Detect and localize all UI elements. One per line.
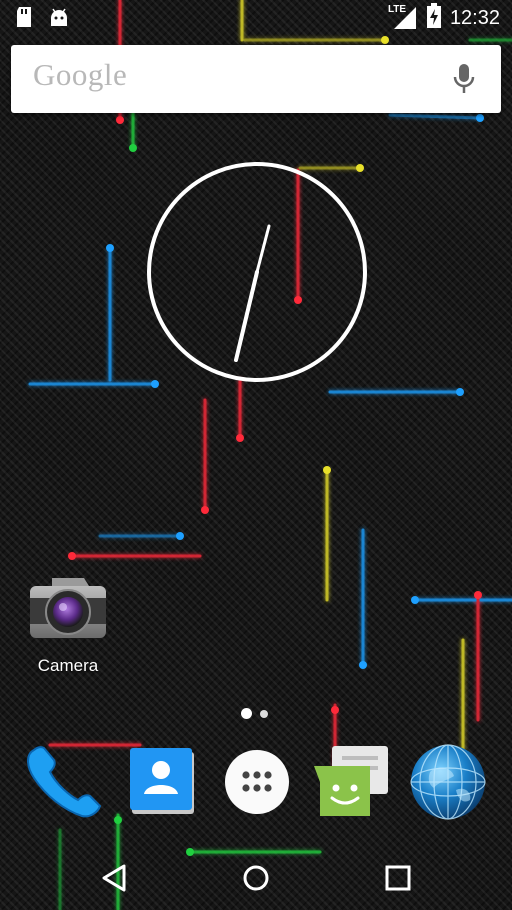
app-drawer-icon [225,750,289,814]
page-dot [260,709,268,718]
browser-globe-icon [410,744,486,820]
camera-icon [26,572,110,644]
navigation-bar [0,840,512,910]
neon-node [129,144,137,152]
app-label: Camera [37,656,99,675]
neon-node [68,552,76,560]
app-shortcut-camera[interactable]: Camera [18,572,118,676]
android-icon [48,6,70,33]
back-icon[interactable] [96,860,132,896]
neon-node [176,532,184,540]
neon-node [474,591,482,599]
dock-contacts[interactable] [124,742,204,822]
dock-browser[interactable] [408,742,488,822]
google-search-bar[interactable]: Google [11,45,501,113]
phone-icon [27,746,102,818]
dock-messenger[interactable] [312,742,392,822]
neon-node [359,661,367,669]
clock-hour-hand [234,270,259,362]
neon-line [388,113,482,120]
clock-minute-hand [255,224,271,274]
neon-node [476,114,484,122]
network-type-label: LTE [387,4,407,15]
page-dot-active [241,708,252,719]
neon-node [411,596,419,604]
neon-node [323,466,331,474]
status-clock: 12:32 [449,6,500,29]
analog-clock-widget[interactable] [145,160,369,384]
dock-app-drawer[interactable] [222,742,302,822]
neon-node [116,116,124,124]
lte-signal-icon: LTE [387,4,418,31]
home-icon[interactable] [238,860,274,896]
dock-phone[interactable] [20,742,102,822]
recents-icon[interactable] [380,860,416,896]
status-bar: LTE 12:32 [0,0,512,36]
neon-node [331,706,339,714]
microphone-icon[interactable] [453,63,475,100]
neon-node [381,36,389,44]
neon-node [201,506,209,514]
page-indicator [241,708,268,719]
sd-card-icon [14,6,34,33]
neon-node [236,434,244,442]
messenger-icon [314,746,388,816]
contacts-icon [130,748,194,814]
battery-charging-icon [426,2,442,34]
neon-node [114,816,122,824]
neon-node [456,388,464,396]
neon-node [106,244,114,252]
search-hint: Google [33,57,128,92]
